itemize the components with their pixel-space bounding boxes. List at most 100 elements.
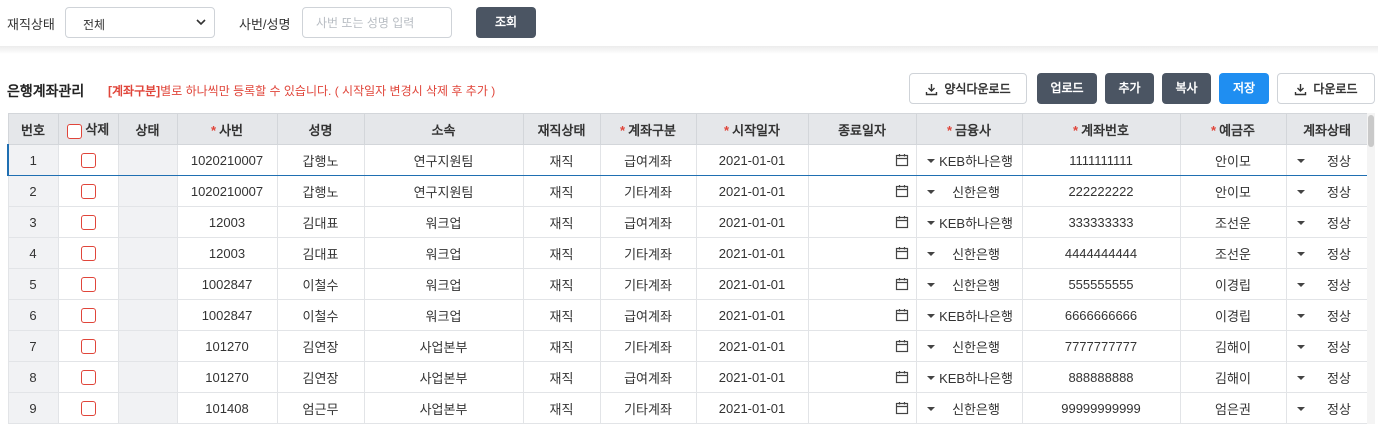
row-emp-status[interactable]: 재직 [522, 268, 601, 300]
row-dept[interactable]: 워크업 [363, 206, 524, 238]
row-start-date[interactable]: 2021-01-01 [695, 144, 809, 176]
row-end-date[interactable] [807, 361, 917, 393]
row-acct-no[interactable]: 99999999999 [1021, 392, 1181, 424]
row-name[interactable]: 갑행노 [276, 144, 365, 176]
row-emp-no[interactable]: 101270 [176, 361, 278, 393]
row-emp-no[interactable]: 1020210007 [176, 144, 278, 176]
row-bank[interactable]: 신한은행 [915, 268, 1023, 300]
caret-down-icon[interactable] [926, 252, 935, 256]
row-delete-cell[interactable] [57, 206, 119, 238]
row-acct-status[interactable]: 정상 [1285, 237, 1369, 269]
row-holder[interactable]: 이경립 [1179, 268, 1287, 300]
row-emp-status[interactable]: 재직 [522, 392, 601, 424]
row-delete-cell[interactable] [57, 361, 119, 393]
row-end-date[interactable] [807, 330, 917, 362]
table-row[interactable]: 9 101408 엄근무 사업본부 재직 기타계좌 2021-01-01 신한은행 999999… [7, 392, 1369, 424]
row-delete-cell[interactable] [57, 237, 119, 269]
caret-down-icon[interactable] [1296, 159, 1305, 163]
row-delete-cell[interactable] [57, 175, 119, 207]
row-delete-cell[interactable] [57, 330, 119, 362]
save-button[interactable]: 저장 [1219, 73, 1269, 104]
row-emp-status[interactable]: 재직 [522, 175, 601, 207]
row-bank[interactable]: KEB하나은행 [915, 206, 1023, 238]
row-delete-cell[interactable] [57, 144, 119, 176]
row-emp-status[interactable]: 재직 [522, 144, 601, 176]
row-start-date[interactable]: 2021-01-01 [695, 299, 809, 331]
row-acct-type[interactable]: 기타계좌 [599, 175, 697, 207]
table-row[interactable]: 8 101270 김연장 사업본부 재직 급여계좌 2021-01-01 KEB하나은행 888… [7, 361, 1369, 393]
row-acct-type[interactable]: 기타계좌 [599, 237, 697, 269]
row-dept[interactable]: 사업본부 [363, 361, 524, 393]
row-emp-no[interactable]: 1002847 [176, 299, 278, 331]
row-delete-checkbox[interactable] [80, 184, 96, 200]
row-delete-checkbox[interactable] [80, 277, 96, 293]
row-bank[interactable]: 신한은행 [915, 237, 1023, 269]
row-bank[interactable]: KEB하나은행 [915, 144, 1023, 176]
row-acct-no[interactable]: 222222222 [1021, 175, 1181, 207]
row-name[interactable]: 김대표 [276, 237, 365, 269]
row-emp-no[interactable]: 1002847 [176, 268, 278, 300]
row-emp-no[interactable]: 12003 [176, 237, 278, 269]
calendar-icon[interactable] [895, 370, 909, 384]
row-delete-cell[interactable] [57, 392, 119, 424]
row-end-date[interactable] [807, 175, 917, 207]
caret-down-icon[interactable] [1296, 283, 1305, 287]
row-delete-cell[interactable] [57, 268, 119, 300]
search-button[interactable]: 조회 [476, 7, 536, 38]
caret-down-icon[interactable] [926, 283, 935, 287]
row-end-date[interactable] [807, 299, 917, 331]
row-name[interactable]: 이철수 [276, 268, 365, 300]
row-name[interactable]: 갑행노 [276, 175, 365, 207]
download-button[interactable]: 다운로드 [1277, 73, 1375, 104]
row-dept[interactable]: 사업본부 [363, 330, 524, 362]
row-acct-type[interactable]: 기타계좌 [599, 330, 697, 362]
row-delete-checkbox[interactable] [80, 370, 96, 386]
row-emp-no[interactable]: 101408 [176, 392, 278, 424]
row-start-date[interactable]: 2021-01-01 [695, 237, 809, 269]
calendar-icon[interactable] [895, 184, 909, 198]
row-name[interactable]: 김대표 [276, 206, 365, 238]
row-name[interactable]: 김연장 [276, 330, 365, 362]
row-acct-status[interactable]: 정상 [1285, 361, 1369, 393]
row-holder[interactable]: 조선운 [1179, 206, 1287, 238]
row-name[interactable]: 엄근무 [276, 392, 365, 424]
row-end-date[interactable] [807, 237, 917, 269]
caret-down-icon[interactable] [1296, 345, 1305, 349]
row-delete-checkbox[interactable] [80, 246, 96, 262]
caret-down-icon[interactable] [926, 159, 935, 163]
row-emp-status[interactable]: 재직 [522, 206, 601, 238]
table-row[interactable]: 6 1002847 이철수 워크업 재직 급여계좌 2021-01-01 KEB하나은행 666… [7, 299, 1369, 331]
caret-down-icon[interactable] [926, 407, 935, 411]
row-start-date[interactable]: 2021-01-01 [695, 175, 809, 207]
row-acct-no[interactable]: 333333333 [1021, 206, 1181, 238]
row-bank[interactable]: KEB하나은행 [915, 299, 1023, 331]
select-all-checkbox[interactable] [66, 123, 82, 139]
row-delete-checkbox[interactable] [80, 153, 96, 169]
row-emp-status[interactable]: 재직 [522, 361, 601, 393]
calendar-icon[interactable] [895, 401, 909, 415]
row-acct-status[interactable]: 정상 [1285, 330, 1369, 362]
row-dept[interactable]: 사업본부 [363, 392, 524, 424]
row-delete-checkbox[interactable] [80, 339, 96, 355]
row-acct-status[interactable]: 정상 [1285, 144, 1369, 176]
scrollbar-thumb[interactable] [1368, 115, 1374, 147]
row-holder[interactable]: 이경립 [1179, 299, 1287, 331]
row-emp-no[interactable]: 12003 [176, 206, 278, 238]
caret-down-icon[interactable] [926, 376, 935, 380]
row-end-date[interactable] [807, 392, 917, 424]
calendar-icon[interactable] [895, 246, 909, 260]
row-acct-type[interactable]: 급여계좌 [599, 361, 697, 393]
grid-scrollbar[interactable] [1367, 113, 1375, 424]
caret-down-icon[interactable] [926, 221, 935, 225]
caret-down-icon[interactable] [926, 314, 935, 318]
row-name[interactable]: 김연장 [276, 361, 365, 393]
row-dept[interactable]: 연구지원팀 [363, 175, 524, 207]
row-bank[interactable]: KEB하나은행 [915, 361, 1023, 393]
row-dept[interactable]: 워크업 [363, 299, 524, 331]
row-delete-checkbox[interactable] [80, 215, 96, 231]
row-end-date[interactable] [807, 268, 917, 300]
row-holder[interactable]: 안이모 [1179, 175, 1287, 207]
caret-down-icon[interactable] [1296, 314, 1305, 318]
row-acct-no[interactable]: 888888888 [1021, 361, 1181, 393]
template-download-button[interactable]: 양식다운로드 [909, 73, 1027, 104]
